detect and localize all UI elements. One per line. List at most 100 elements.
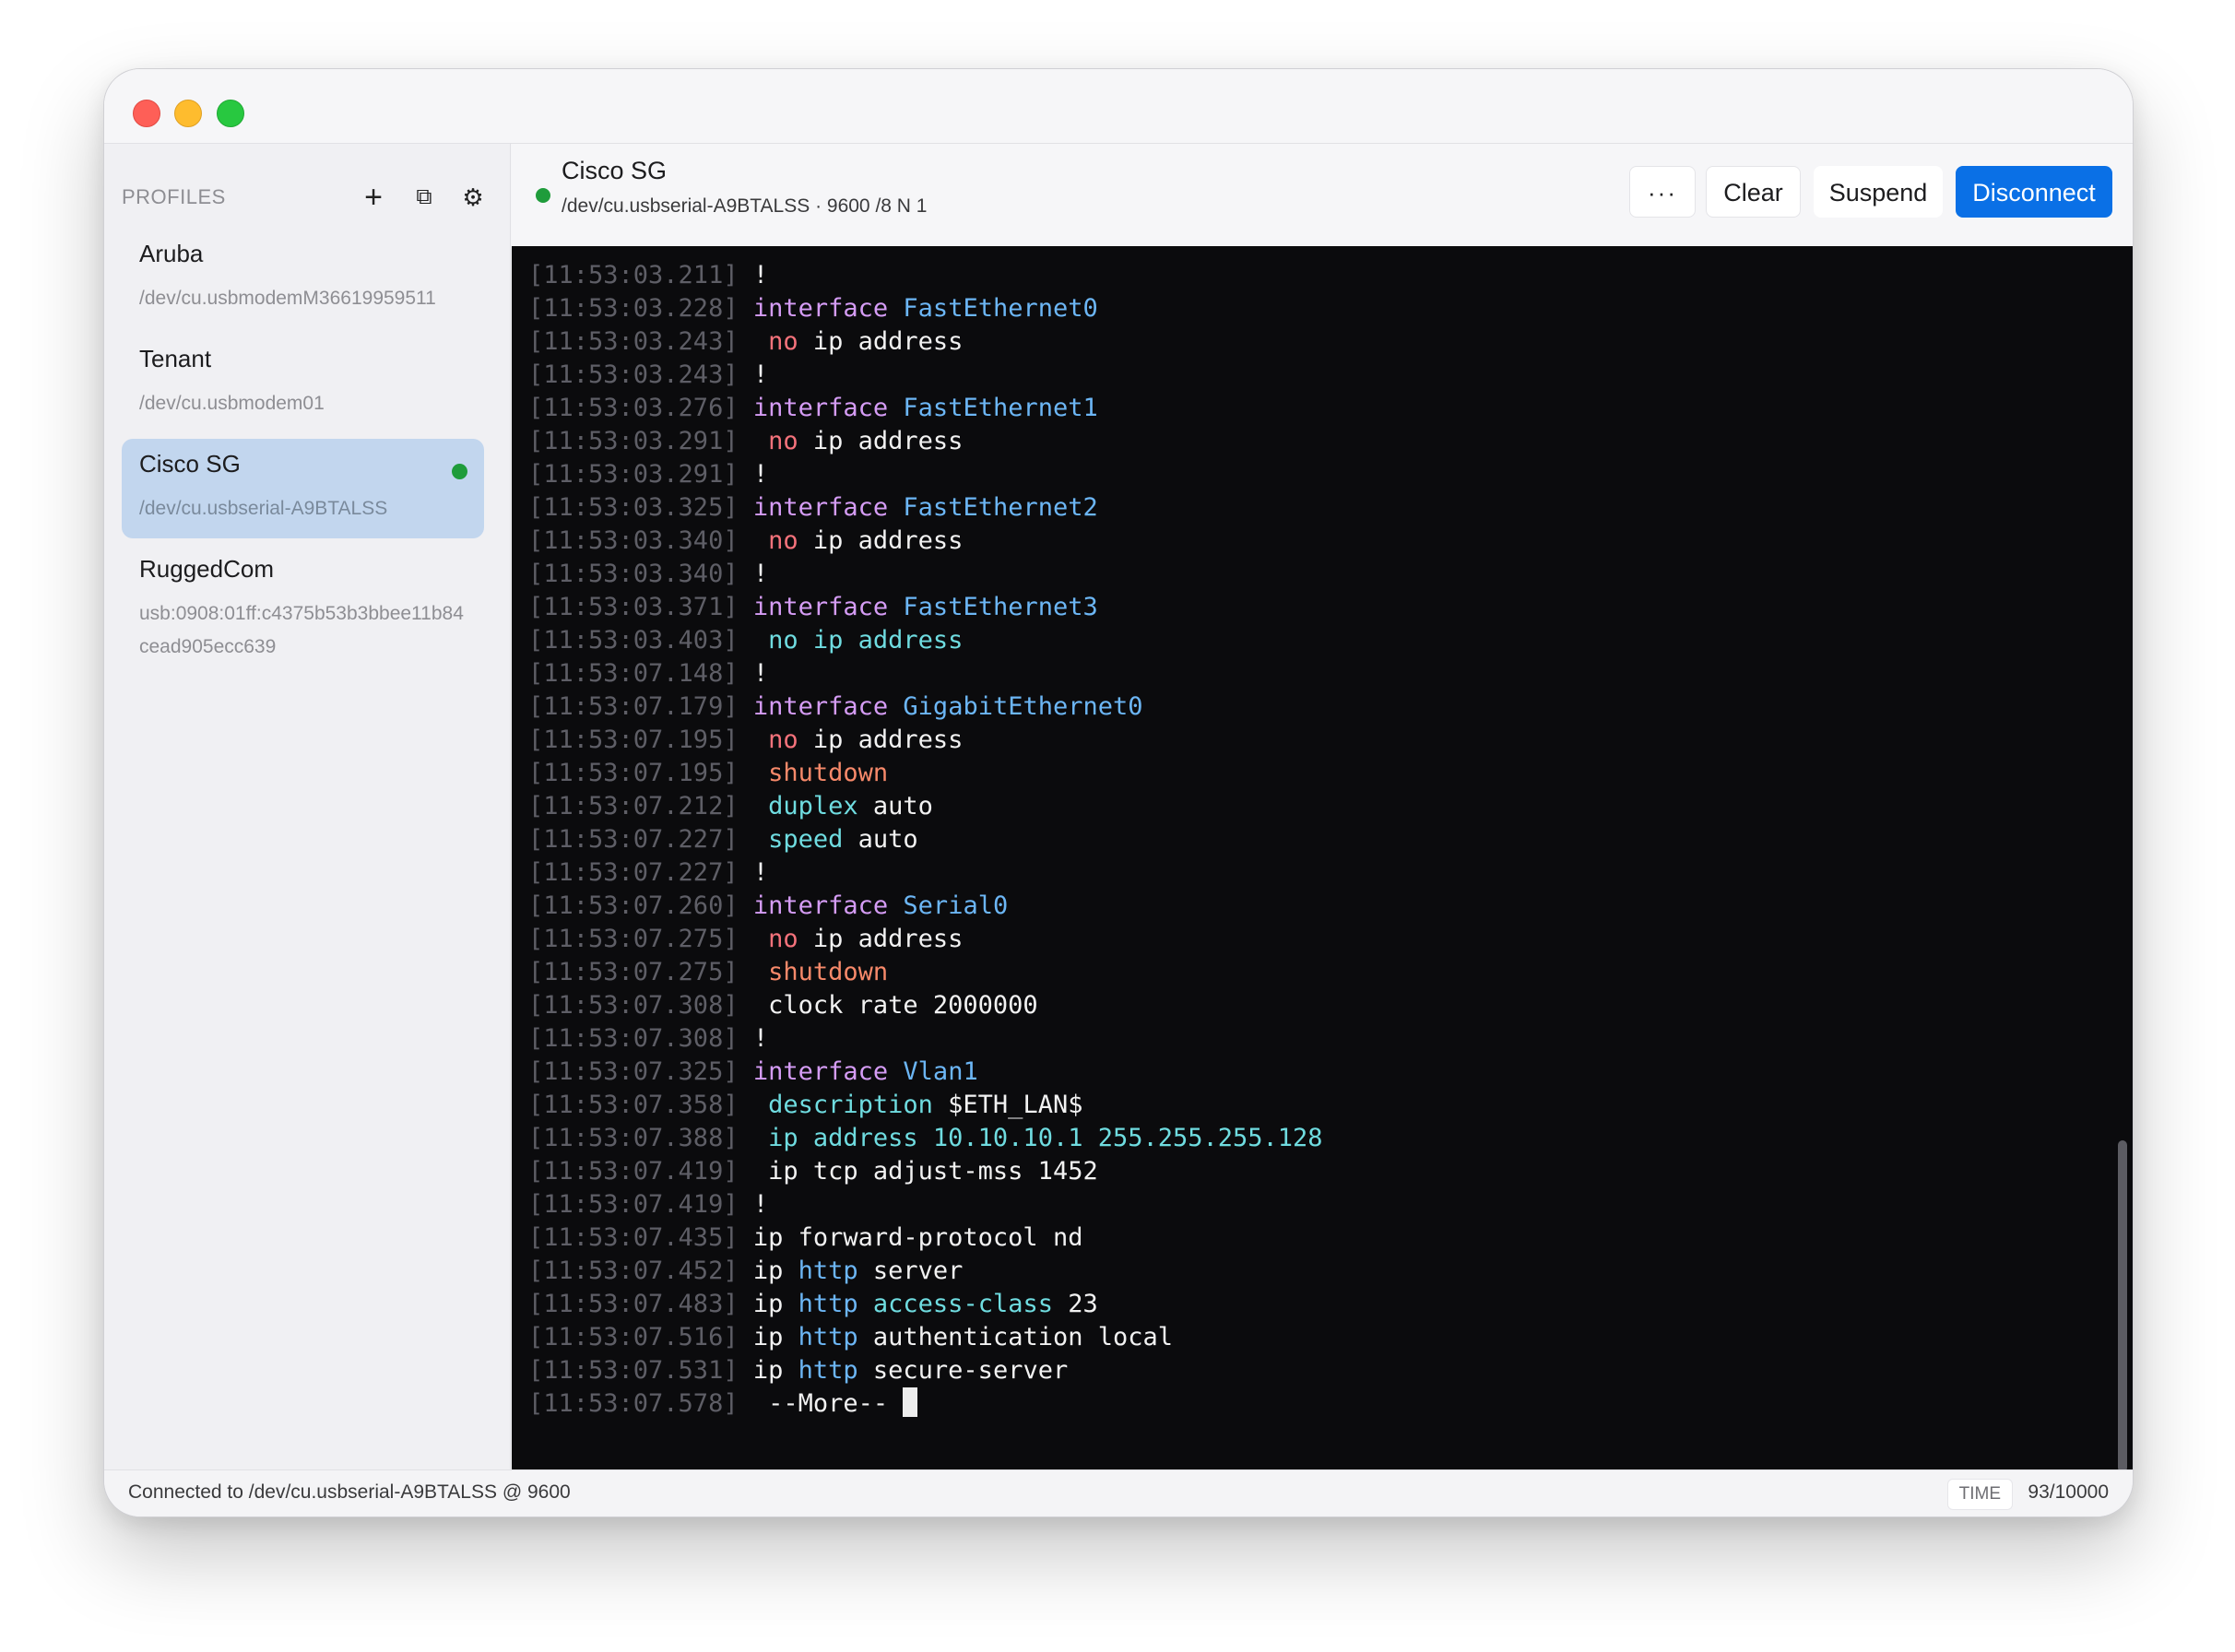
minimize-window-button[interactable] <box>174 100 202 127</box>
output-text: auto <box>843 825 918 854</box>
output-text: FastEthernet1 <box>903 394 1098 422</box>
terminal-line: [11:53:07.227] ! <box>528 856 1323 890</box>
terminal-line: [11:53:07.419] ip tcp adjust-mss 1452 <box>528 1155 1323 1188</box>
close-window-button[interactable] <box>133 100 160 127</box>
timestamp: [11:53:07.275] <box>528 925 739 953</box>
output-text: ip address <box>798 327 964 356</box>
output-text: ! <box>738 560 769 588</box>
terminal-line: [11:53:03.228] interface FastEthernet0 <box>528 292 1323 325</box>
timestamp: [11:53:07.260] <box>528 891 739 920</box>
duplicate-profile-icon[interactable]: ⧉ <box>408 179 441 216</box>
session-pane: Cisco SG /dev/cu.usbserial-A9BTALSS · 96… <box>512 144 2133 1470</box>
timestamp: [11:53:07.275] <box>528 958 739 986</box>
terminal-line: [11:53:03.291] no ip address <box>528 425 1323 458</box>
profile-item-tenant[interactable]: Tenant /dev/cu.usbmodem01 <box>122 334 484 435</box>
output-text: ! <box>738 1190 769 1219</box>
connection-title: Cisco SG <box>562 157 668 184</box>
timestamp: [11:53:03.228] <box>528 294 739 323</box>
connected-status-dot <box>452 464 467 479</box>
output-text: no <box>768 925 798 953</box>
output-text: ip address <box>798 726 964 754</box>
timestamp: [11:53:03.211] <box>528 261 739 289</box>
status-bar: Connected to /dev/cu.usbserial-A9BTALSS … <box>104 1469 2133 1516</box>
terminal-line: [11:53:07.388] ip address 10.10.10.1 255… <box>528 1122 1323 1155</box>
terminal-line: [11:53:07.531] ip http secure-server <box>528 1354 1323 1387</box>
output-text: access-class <box>872 1290 1053 1318</box>
output-text: ! <box>738 1024 769 1053</box>
add-profile-icon[interactable]: + <box>357 179 390 216</box>
timestamp: [11:53:07.516] <box>528 1323 739 1351</box>
output-text: ip address <box>798 427 964 455</box>
profile-path: /dev/cu.usbmodem01 <box>139 393 325 414</box>
timestamp: [11:53:07.578] <box>528 1389 739 1418</box>
terminal-line: [11:53:07.195] no ip address <box>528 724 1323 757</box>
output-text: ip tcp adjust-mss 1452 <box>738 1157 1098 1186</box>
terminal-line: [11:53:07.325] interface Vlan1 <box>528 1056 1323 1089</box>
output-text: http <box>798 1323 858 1351</box>
terminal-lines: [11:53:03.211] ! [11:53:03.228] interface… <box>528 259 1323 1421</box>
suspend-button[interactable]: Suspend <box>1814 166 1943 218</box>
output-text: http <box>798 1356 858 1385</box>
profile-item-aruba[interactable]: Aruba /dev/cu.usbmodemM36619959511 <box>122 229 484 330</box>
time-badge[interactable]: TIME <box>1946 1479 2013 1510</box>
profile-item-cisco-sg[interactable]: Cisco SG /dev/cu.usbserial-A9BTALSS <box>122 439 484 538</box>
terminal-line: [11:53:03.340] ! <box>528 558 1323 591</box>
terminal-line: [11:53:07.275] no ip address <box>528 923 1323 956</box>
terminal-line: [11:53:07.516] ip http authentication lo… <box>528 1321 1323 1354</box>
timestamp: [11:53:03.243] <box>528 360 739 389</box>
output-text: shutdown <box>768 958 889 986</box>
timestamp: [11:53:07.148] <box>528 659 739 688</box>
terminal-line: [11:53:03.291] ! <box>528 458 1323 491</box>
settings-gear-icon[interactable]: ⚙ <box>456 179 490 216</box>
more-options-button[interactable]: ··· <box>1629 166 1696 218</box>
disconnect-button[interactable]: Disconnect <box>1956 166 2112 218</box>
timestamp: [11:53:07.419] <box>528 1190 739 1219</box>
output-text: FastEthernet3 <box>903 593 1098 621</box>
output-text: ip <box>738 1323 798 1351</box>
output-text: ip address <box>798 925 964 953</box>
profile-name: Tenant <box>139 345 212 372</box>
profiles-sidebar: PROFILES + ⧉ ⚙ Aruba /dev/cu.usbmodemM36… <box>104 144 511 1470</box>
clear-button[interactable]: Clear <box>1706 166 1801 218</box>
output-text: no <box>768 427 798 455</box>
output-text: --More-- <box>738 1389 904 1418</box>
timestamp: [11:53:07.227] <box>528 825 739 854</box>
timestamp: [11:53:07.388] <box>528 1124 739 1152</box>
terminal-output[interactable]: [11:53:03.211] ! [11:53:03.228] interface… <box>512 246 2133 1470</box>
output-text: ! <box>738 360 769 389</box>
terminal-line: [11:53:07.260] interface Serial0 <box>528 890 1323 923</box>
output-text: ip <box>738 1356 798 1385</box>
terminal-line: [11:53:07.308] ! <box>528 1022 1323 1056</box>
terminal-line: [11:53:03.325] interface FastEthernet2 <box>528 491 1323 525</box>
profile-path: usb:0908:01ff:c4375b53b3bbee11b84cead905… <box>139 603 464 657</box>
output-text: no ip address <box>768 626 964 655</box>
profile-name: RuggedCom <box>139 555 274 583</box>
output-text: interface <box>752 1057 889 1086</box>
output-text: http <box>798 1290 858 1318</box>
connection-subtitle: /dev/cu.usbserial-A9BTALSS · 9600 /8 N 1 <box>562 195 928 217</box>
output-text: interface <box>752 493 889 522</box>
output-text: no <box>768 526 798 555</box>
terminal-cursor <box>903 1387 918 1417</box>
profile-item-ruggedcom[interactable]: RuggedCom usb:0908:01ff:c4375b53b3bbee11… <box>122 544 484 673</box>
timestamp: [11:53:03.340] <box>528 560 739 588</box>
terminal-line: [11:53:07.483] ip http access-class 23 <box>528 1288 1323 1321</box>
timestamp: [11:53:07.325] <box>528 1057 739 1086</box>
timestamp: [11:53:07.227] <box>528 858 739 887</box>
zoom-window-button[interactable] <box>217 100 244 127</box>
terminal-scrollbar[interactable] <box>2118 1140 2127 1470</box>
